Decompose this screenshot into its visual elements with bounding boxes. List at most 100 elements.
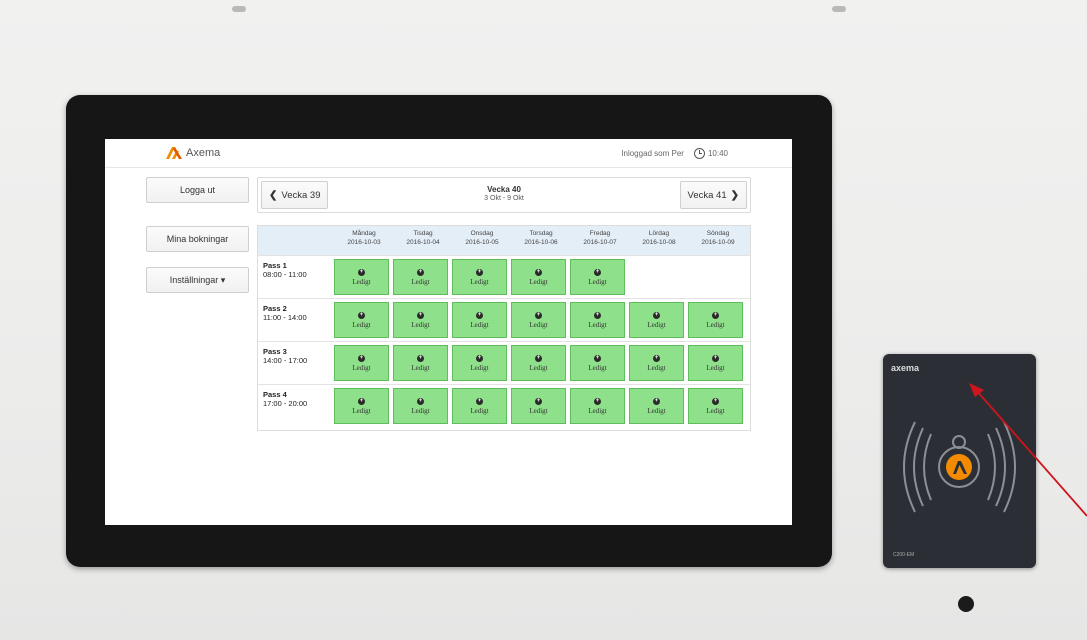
- plus-circle-icon: +: [358, 397, 365, 405]
- plus-circle-icon: +: [417, 397, 424, 405]
- pass-label: Pass 4 17:00 - 20:00: [263, 390, 308, 408]
- available-slot-button[interactable]: + Ledigt: [629, 302, 684, 338]
- top-bar: Axema Inloggad som Per 10:40: [105, 139, 792, 168]
- panel-screw: [832, 6, 846, 12]
- plus-circle-icon: +: [535, 397, 542, 405]
- logout-button[interactable]: Logga ut: [146, 177, 249, 203]
- plus-circle-icon: +: [653, 397, 660, 405]
- card-reader: axema C200-EM: [883, 354, 1036, 568]
- plus-circle-icon: +: [417, 311, 424, 319]
- available-slot-button[interactable]: + Ledigt: [688, 345, 743, 381]
- slot-status-label: Ledigt: [706, 406, 725, 415]
- available-slot-button[interactable]: + Ledigt: [511, 388, 566, 424]
- plus-circle-icon: +: [535, 354, 542, 362]
- available-slot-button[interactable]: + Ledigt: [334, 259, 389, 295]
- available-slot-button[interactable]: + Ledigt: [334, 345, 389, 381]
- available-slot-button[interactable]: + Ledigt: [570, 259, 625, 295]
- plus-circle-icon: +: [358, 268, 365, 276]
- contactless-icon: [903, 421, 1016, 513]
- slot-status-label: Ledigt: [588, 277, 607, 286]
- slot-status-label: Ledigt: [706, 363, 725, 372]
- slot-status-label: Ledigt: [647, 363, 666, 372]
- available-slot-button[interactable]: + Ledigt: [393, 388, 448, 424]
- available-slot-button[interactable]: + Ledigt: [629, 388, 684, 424]
- available-slot-button[interactable]: + Ledigt: [452, 302, 507, 338]
- plus-circle-icon: +: [535, 311, 542, 319]
- available-slot-button[interactable]: + Ledigt: [452, 259, 507, 295]
- slot-status-label: Ledigt: [470, 277, 489, 286]
- panel-screw: [232, 6, 246, 12]
- slot-status-label: Ledigt: [411, 406, 430, 415]
- available-slot-button[interactable]: + Ledigt: [334, 388, 389, 424]
- plus-circle-icon: +: [358, 311, 365, 319]
- available-slot-button[interactable]: + Ledigt: [393, 345, 448, 381]
- axema-logo-icon: [166, 147, 182, 159]
- pass-row: Pass 2 11:00 - 14:00 + Ledigt + Ledigt + Ledigt…: [258, 298, 750, 342]
- pass-label: Pass 3 14:00 - 17:00: [263, 347, 308, 365]
- slot-status-label: Ledigt: [352, 320, 371, 329]
- available-slot-button[interactable]: + Ledigt: [511, 259, 566, 295]
- slot-status-label: Ledigt: [352, 406, 371, 415]
- available-slot-button[interactable]: + Ledigt: [570, 302, 625, 338]
- available-slot-button[interactable]: + Ledigt: [688, 388, 743, 424]
- week-range: 3 Okt - 9 Okt: [484, 195, 524, 202]
- available-slot-button[interactable]: + Ledigt: [452, 345, 507, 381]
- my-bookings-button[interactable]: Mina bokningar: [146, 226, 249, 252]
- plus-circle-icon: +: [712, 311, 719, 319]
- booking-app-screen: Axema Inloggad som Per 10:40 Logga ut Mi…: [105, 139, 792, 525]
- slot-status-label: Ledigt: [411, 277, 430, 286]
- slot-status-label: Ledigt: [647, 406, 666, 415]
- plus-circle-icon: +: [535, 268, 542, 276]
- slot-status-label: Ledigt: [529, 320, 548, 329]
- slot-status-label: Ledigt: [411, 363, 430, 372]
- settings-dropdown[interactable]: Inställningar ▾: [146, 267, 249, 293]
- day-header: Tisdag 2016-10-04: [406, 230, 440, 246]
- touchscreen-bezel: Axema Inloggad som Per 10:40 Logga ut Mi…: [66, 95, 832, 567]
- plus-circle-icon: +: [712, 354, 719, 362]
- day-header: Måndag 2016-10-03: [347, 230, 381, 246]
- plus-circle-icon: +: [594, 311, 601, 319]
- available-slot-button[interactable]: + Ledigt: [570, 345, 625, 381]
- slot-status-label: Ledigt: [352, 363, 371, 372]
- plus-circle-icon: +: [594, 354, 601, 362]
- slot-status-label: Ledigt: [470, 363, 489, 372]
- booking-grid: Måndag 2016-10-03 Tisdag 2016-10-04 Onsdag…: [257, 225, 751, 431]
- plus-circle-icon: +: [594, 397, 601, 405]
- user-info: Inloggad som Per 10:40: [621, 148, 728, 159]
- plus-circle-icon: +: [476, 311, 483, 319]
- next-week-button[interactable]: Vecka 41 ❯: [679, 181, 747, 209]
- available-slot-button[interactable]: + Ledigt: [393, 259, 448, 295]
- pass-row: Pass 4 17:00 - 20:00 + Ledigt + Ledigt + Ledigt…: [258, 384, 750, 428]
- available-slot-button[interactable]: + Ledigt: [688, 302, 743, 338]
- pass-row: Pass 1 08:00 - 11:00 + Ledigt + Ledigt + Ledigt…: [258, 255, 750, 299]
- plus-circle-icon: +: [653, 354, 660, 362]
- available-slot-button[interactable]: + Ledigt: [334, 302, 389, 338]
- available-slot-button[interactable]: + Ledigt: [393, 302, 448, 338]
- pass-label: Pass 2 11:00 - 14:00: [263, 304, 307, 322]
- available-slot-button[interactable]: + Ledigt: [511, 345, 566, 381]
- reader-model: C200-EM: [893, 552, 915, 558]
- pass-label: Pass 1 08:00 - 11:00: [263, 261, 307, 279]
- available-slot-button[interactable]: + Ledigt: [570, 388, 625, 424]
- day-header: Söndag 2016-10-09: [701, 230, 735, 246]
- day-header: Onsdag 2016-10-05: [465, 230, 499, 246]
- chevron-right-icon: ❯: [730, 189, 739, 201]
- week-navigation: ❮ Vecka 39 Vecka 40 3 Okt - 9 Okt Vecka …: [257, 177, 751, 213]
- slot-status-label: Ledigt: [411, 320, 430, 329]
- day-header: Lördag 2016-10-08: [642, 230, 676, 246]
- plus-circle-icon: +: [417, 268, 424, 276]
- next-week-label: Vecka 41: [687, 189, 727, 201]
- plus-circle-icon: +: [712, 397, 719, 405]
- plus-circle-icon: +: [358, 354, 365, 362]
- available-slot-button[interactable]: + Ledigt: [452, 388, 507, 424]
- day-header-row: Måndag 2016-10-03 Tisdag 2016-10-04 Onsdag…: [258, 226, 750, 256]
- slot-status-label: Ledigt: [529, 277, 548, 286]
- plus-circle-icon: +: [476, 268, 483, 276]
- day-header: Fredag 2016-10-07: [583, 230, 617, 246]
- slot-status-label: Ledigt: [470, 406, 489, 415]
- available-slot-button[interactable]: + Ledigt: [511, 302, 566, 338]
- available-slot-button[interactable]: + Ledigt: [629, 345, 684, 381]
- current-time: 10:40: [707, 149, 728, 158]
- plus-circle-icon: +: [476, 354, 483, 362]
- logged-in-label: Inloggad som Per: [621, 149, 684, 158]
